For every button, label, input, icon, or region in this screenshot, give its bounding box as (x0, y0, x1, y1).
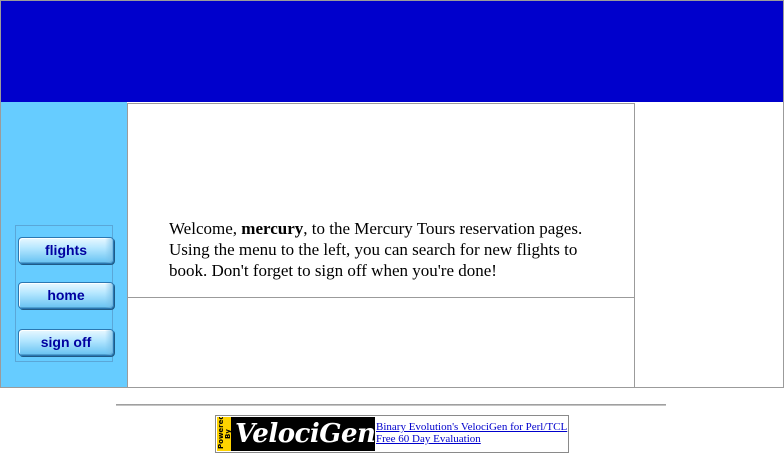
main-frame: Welcome, mercury, to the Mercury Tours r… (0, 0, 784, 388)
content-bottom-area (127, 298, 635, 387)
powered-by-tag: Powered By (217, 417, 232, 451)
welcome-prefix: Welcome, (169, 219, 242, 238)
evaluation-link[interactable]: Free 60 Day Evaluation (376, 433, 566, 445)
right-empty-area (637, 102, 783, 387)
username: mercury (241, 219, 304, 238)
powered-by-box: Powered By VelociGen! Binary Evolution's… (215, 415, 569, 453)
velocigen-logo-text: VelociGen! (235, 419, 375, 449)
powered-links: Binary Evolution's VelociGen for Perl/TC… (376, 421, 567, 445)
welcome-message: Welcome, mercury, to the Mercury Tours r… (169, 218, 599, 281)
footer-divider (116, 404, 666, 406)
welcome-panel: Welcome, mercury, to the Mercury Tours r… (127, 103, 635, 298)
page: Welcome, mercury, to the Mercury Tours r… (0, 0, 784, 463)
sign-off-button[interactable]: sign off (18, 329, 114, 356)
navigation-menu: flights home sign off (15, 225, 114, 362)
velocigen-link[interactable]: Binary Evolution's VelociGen for Perl/TC… (376, 421, 567, 433)
top-banner (1, 1, 783, 102)
home-button[interactable]: home (18, 282, 114, 309)
velocigen-logo[interactable]: Powered By VelociGen! (217, 417, 375, 451)
flights-button[interactable]: flights (18, 237, 114, 264)
